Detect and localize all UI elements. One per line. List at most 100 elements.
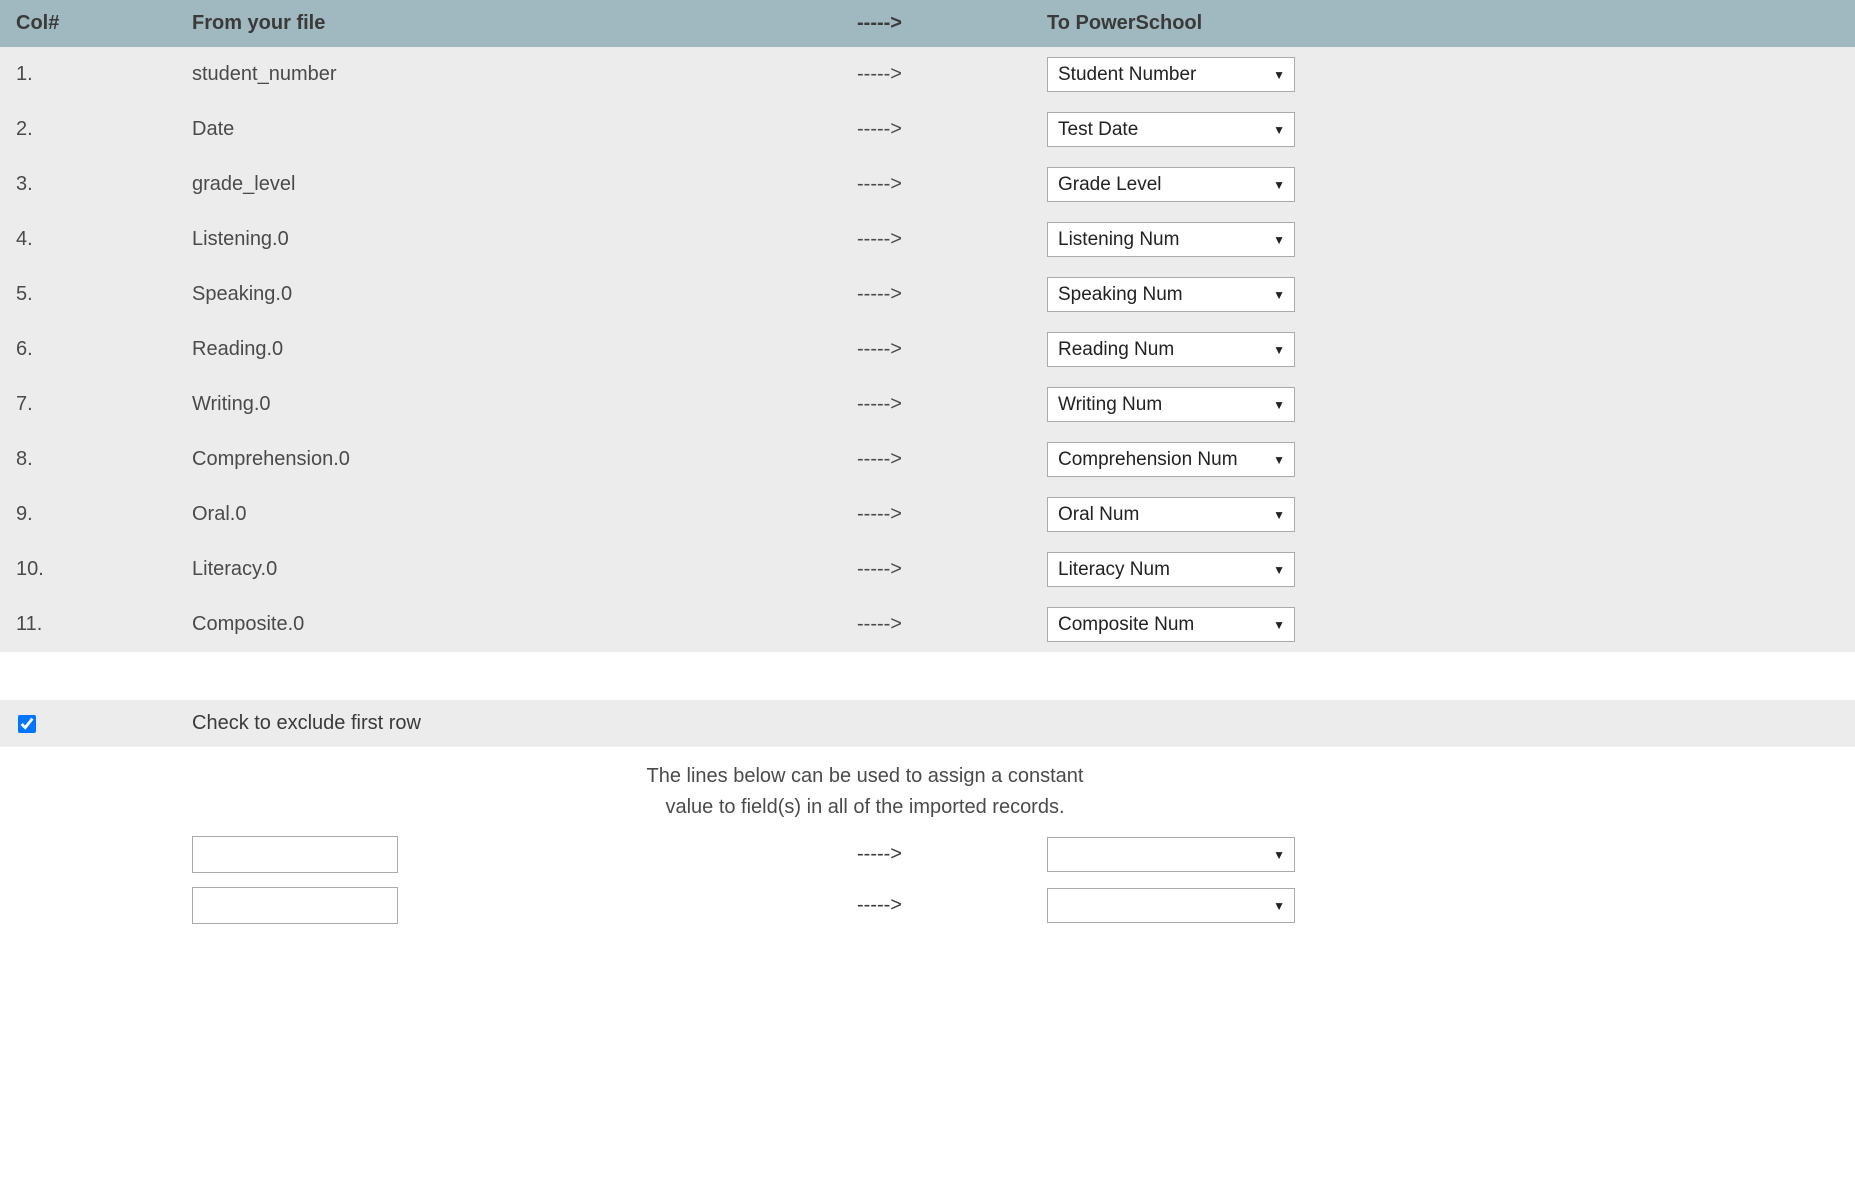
- target-field-select[interactable]: Speaking Num: [1047, 277, 1295, 312]
- header-col-from: From your file: [192, 12, 857, 35]
- table-header: Col# From your file -----> To PowerSchoo…: [0, 0, 1855, 47]
- target-field-select-wrap: Reading Num▼: [1047, 332, 1295, 367]
- constant-assign-note: The lines below can be used to assign a …: [195, 747, 1535, 829]
- constant-target-select[interactable]: [1047, 837, 1295, 872]
- row-number: 8.: [12, 448, 192, 471]
- arrow-indicator: ----->: [857, 63, 1047, 86]
- target-field-select[interactable]: Student Number: [1047, 57, 1295, 92]
- target-field-select[interactable]: Oral Num: [1047, 497, 1295, 532]
- row-number: 4.: [12, 228, 192, 251]
- mapping-row: 8.Comprehension.0----->Comprehension Num…: [0, 432, 1855, 487]
- header-col-to: To PowerSchool: [1047, 12, 1843, 35]
- target-field-select-wrap: Oral Num▼: [1047, 497, 1295, 532]
- arrow-indicator: ----->: [857, 843, 1047, 866]
- mapping-row: 11.Composite.0----->Composite Num▼: [0, 597, 1855, 652]
- constant-target-select-wrap: ▼: [1047, 837, 1295, 872]
- arrow-indicator: ----->: [857, 283, 1047, 306]
- target-field-select[interactable]: Writing Num: [1047, 387, 1295, 422]
- target-field-cell: Comprehension Num▼: [1047, 442, 1843, 477]
- constant-value-input[interactable]: [192, 887, 398, 924]
- target-field-cell: Test Date▼: [1047, 112, 1843, 147]
- target-field-select[interactable]: Reading Num: [1047, 332, 1295, 367]
- source-field-name: Literacy.0: [192, 558, 857, 581]
- source-field-name: Comprehension.0: [192, 448, 857, 471]
- target-field-cell: Speaking Num▼: [1047, 277, 1843, 312]
- constant-row: ----->▼: [0, 829, 1855, 880]
- arrow-indicator: ----->: [857, 393, 1047, 416]
- target-field-cell: Oral Num▼: [1047, 497, 1843, 532]
- constant-value-cell: [192, 836, 857, 873]
- target-field-select-wrap: Composite Num▼: [1047, 607, 1295, 642]
- target-field-select-wrap: Student Number▼: [1047, 57, 1295, 92]
- arrow-indicator: ----->: [857, 613, 1047, 636]
- mapping-row: 7.Writing.0----->Writing Num▼: [0, 377, 1855, 432]
- mapping-row: 10.Literacy.0----->Literacy Num▼: [0, 542, 1855, 597]
- mapping-row: 9.Oral.0----->Oral Num▼: [0, 487, 1855, 542]
- target-field-cell: Reading Num▼: [1047, 332, 1843, 367]
- target-field-select[interactable]: Listening Num: [1047, 222, 1295, 257]
- target-field-select[interactable]: Grade Level: [1047, 167, 1295, 202]
- constant-row: ----->▼: [0, 880, 1855, 931]
- source-field-name: student_number: [192, 63, 857, 86]
- target-field-select-wrap: Test Date▼: [1047, 112, 1295, 147]
- mapping-row: 2.Date----->Test Date▼: [0, 102, 1855, 157]
- exclude-first-row-label: Check to exclude first row: [192, 712, 857, 735]
- target-field-select-wrap: Literacy Num▼: [1047, 552, 1295, 587]
- constant-target-select-wrap: ▼: [1047, 888, 1295, 923]
- note-line-1: The lines below can be used to assign a …: [647, 765, 1084, 787]
- target-field-select[interactable]: Literacy Num: [1047, 552, 1295, 587]
- source-field-name: Composite.0: [192, 613, 857, 636]
- row-number: 9.: [12, 503, 192, 526]
- target-field-select-wrap: Writing Num▼: [1047, 387, 1295, 422]
- arrow-indicator: ----->: [857, 558, 1047, 581]
- row-number: 5.: [12, 283, 192, 306]
- source-field-name: Reading.0: [192, 338, 857, 361]
- constant-target-cell: ▼: [1047, 837, 1843, 872]
- constant-value-input[interactable]: [192, 836, 398, 873]
- target-field-cell: Grade Level▼: [1047, 167, 1843, 202]
- mapping-row: 6.Reading.0----->Reading Num▼: [0, 322, 1855, 377]
- mapping-row: 3.grade_level----->Grade Level▼: [0, 157, 1855, 212]
- source-field-name: Listening.0: [192, 228, 857, 251]
- target-field-select-wrap: Grade Level▼: [1047, 167, 1295, 202]
- target-field-select[interactable]: Test Date: [1047, 112, 1295, 147]
- target-field-cell: Literacy Num▼: [1047, 552, 1843, 587]
- row-number: 10.: [12, 558, 192, 581]
- header-col-arrow: ----->: [857, 12, 1047, 35]
- row-number: 2.: [12, 118, 192, 141]
- source-field-name: grade_level: [192, 173, 857, 196]
- target-field-cell: Listening Num▼: [1047, 222, 1843, 257]
- arrow-indicator: ----->: [857, 173, 1047, 196]
- target-field-cell: Student Number▼: [1047, 57, 1843, 92]
- arrow-indicator: ----->: [857, 503, 1047, 526]
- arrow-indicator: ----->: [857, 338, 1047, 361]
- source-field-name: Oral.0: [192, 503, 857, 526]
- mapping-rows: 1.student_number----->Student Number▼2.D…: [0, 47, 1855, 652]
- mapping-row: 5.Speaking.0----->Speaking Num▼: [0, 267, 1855, 322]
- arrow-indicator: ----->: [857, 228, 1047, 251]
- row-number: 11.: [12, 613, 192, 636]
- row-number: 7.: [12, 393, 192, 416]
- source-field-name: Writing.0: [192, 393, 857, 416]
- row-number: 3.: [12, 173, 192, 196]
- source-field-name: Date: [192, 118, 857, 141]
- import-mapping-panel: Col# From your file -----> To PowerSchoo…: [0, 0, 1855, 931]
- mapping-row: 1.student_number----->Student Number▼: [0, 47, 1855, 102]
- target-field-select[interactable]: Comprehension Num: [1047, 442, 1295, 477]
- target-field-cell: Composite Num▼: [1047, 607, 1843, 642]
- exclude-first-row-checkbox[interactable]: [18, 715, 36, 733]
- target-field-select[interactable]: Composite Num: [1047, 607, 1295, 642]
- note-line-2: value to field(s) in all of the imported…: [665, 796, 1064, 818]
- row-number: 1.: [12, 63, 192, 86]
- source-field-name: Speaking.0: [192, 283, 857, 306]
- arrow-indicator: ----->: [857, 448, 1047, 471]
- arrow-indicator: ----->: [857, 118, 1047, 141]
- arrow-indicator: ----->: [857, 894, 1047, 917]
- header-col-num: Col#: [12, 12, 192, 35]
- target-field-cell: Writing Num▼: [1047, 387, 1843, 422]
- constant-value-cell: [192, 887, 857, 924]
- row-number: 6.: [12, 338, 192, 361]
- constant-target-cell: ▼: [1047, 888, 1843, 923]
- mapping-row: 4.Listening.0----->Listening Num▼: [0, 212, 1855, 267]
- constant-target-select[interactable]: [1047, 888, 1295, 923]
